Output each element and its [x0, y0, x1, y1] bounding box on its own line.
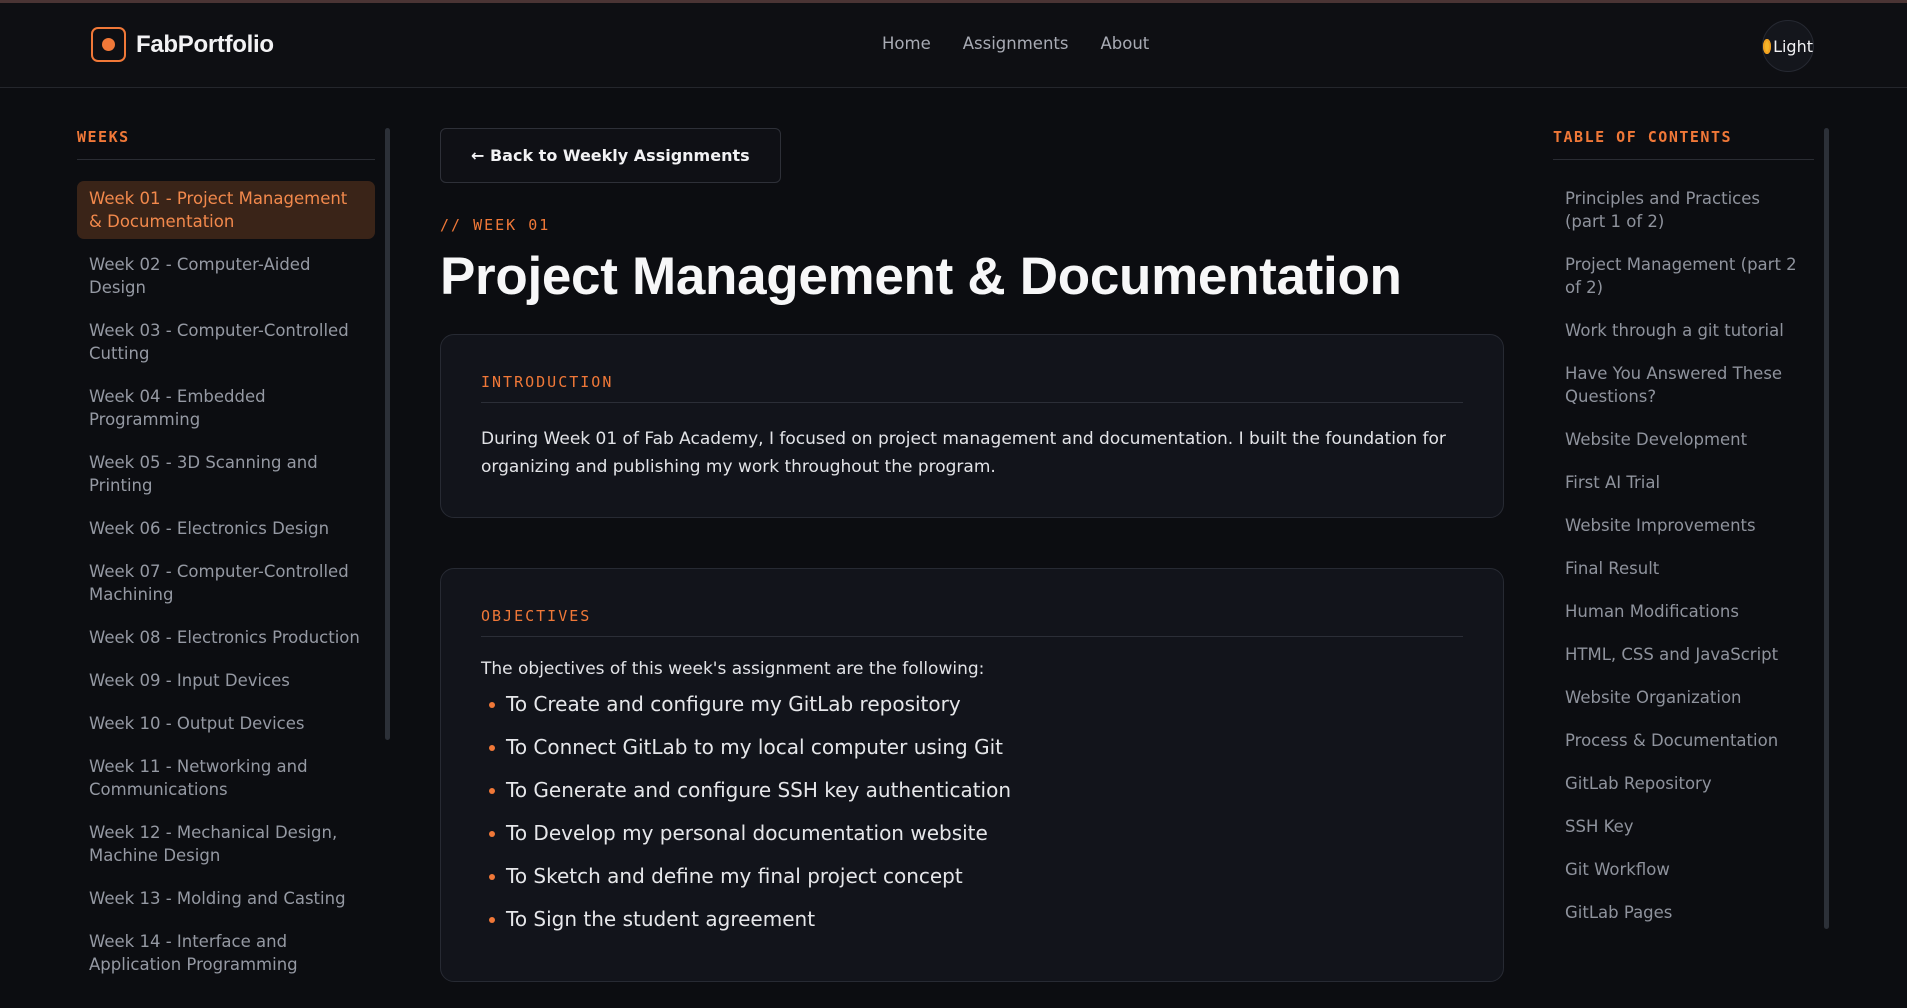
week-tag: // WEEK 01 [440, 216, 551, 234]
toc-item[interactable]: Principles and Practices (part 1 of 2) [1553, 181, 1814, 239]
main-nav: Home Assignments About [882, 34, 1149, 53]
sun-icon [1763, 38, 1772, 54]
toc-item[interactable]: Git Workflow [1553, 852, 1814, 887]
sidebar-item-week-05[interactable]: Week 05 - 3D Scanning and Printing [77, 445, 375, 503]
back-to-assignments-button[interactable]: ← Back to Weekly Assignments [440, 128, 781, 183]
toc-item[interactable]: Final Result [1553, 551, 1814, 586]
objectives-heading: OBJECTIVES [481, 607, 1463, 637]
list-item: To Connect GitLab to my local computer u… [481, 726, 1463, 769]
sidebar-item-week-11[interactable]: Week 11 - Networking and Communications [77, 749, 375, 807]
toc-heading: TABLE OF CONTENTS [1553, 128, 1814, 160]
toc-scrollbar[interactable] [1824, 128, 1829, 929]
toc-item[interactable]: Website Organization [1553, 680, 1814, 715]
nav-assignments[interactable]: Assignments [963, 34, 1069, 53]
sidebar-item-week-03[interactable]: Week 03 - Computer-Controlled Cutting [77, 313, 375, 371]
objectives-lead: The objectives of this week's assignment… [481, 659, 985, 679]
list-item: To Sketch and define my final project co… [481, 855, 1463, 898]
brand-logo[interactable]: FabPortfolio [91, 27, 274, 62]
toc-item[interactable]: Work through a git tutorial [1553, 313, 1814, 348]
sidebar-item-week-06[interactable]: Week 06 - Electronics Design [77, 511, 375, 546]
theme-toggle-button[interactable]: Light [1762, 20, 1814, 72]
main-content: ← Back to Weekly Assignments // WEEK 01 … [440, 128, 1504, 982]
list-item: To Sign the student agreement [481, 898, 1463, 941]
toc-item[interactable]: Project Management (part 2 of 2) [1553, 247, 1814, 305]
nav-home[interactable]: Home [882, 34, 931, 53]
introduction-card: INTRODUCTION During Week 01 of Fab Acade… [440, 334, 1504, 518]
weeks-sidebar: WEEKS Week 01 - Project Management & Doc… [77, 128, 375, 1008]
introduction-text: During Week 01 of Fab Academy, I focused… [481, 429, 1446, 477]
toc-item[interactable]: Process & Documentation [1553, 723, 1814, 758]
toc-list: Principles and Practices (part 1 of 2) P… [1553, 181, 1814, 930]
toc-item[interactable]: Human Modifications [1553, 594, 1814, 629]
sidebar-item-week-10[interactable]: Week 10 - Output Devices [77, 706, 375, 741]
sidebar-item-week-13[interactable]: Week 13 - Molding and Casting [77, 881, 375, 916]
list-item: To Develop my personal documentation web… [481, 812, 1463, 855]
logo-icon [91, 27, 126, 62]
weeks-heading: WEEKS [77, 128, 375, 160]
table-of-contents: TABLE OF CONTENTS Principles and Practic… [1553, 128, 1814, 938]
site-header: FabPortfolio Home Assignments About Ligh… [0, 3, 1907, 88]
sidebar-item-week-02[interactable]: Week 02 - Computer-Aided Design [77, 247, 375, 305]
toc-item[interactable]: SSH Key [1553, 809, 1814, 844]
list-item: To Generate and configure SSH key authen… [481, 769, 1463, 812]
toc-item[interactable]: HTML, CSS and JavaScript [1553, 637, 1814, 672]
nav-about[interactable]: About [1100, 34, 1149, 53]
brand-name: FabPortfolio [136, 30, 274, 58]
toc-item[interactable]: Have You Answered These Questions? [1553, 356, 1814, 414]
toc-item[interactable]: GitLab Repository [1553, 766, 1814, 801]
introduction-heading: INTRODUCTION [481, 373, 1463, 403]
objectives-card: OBJECTIVES The objectives of this week's… [440, 568, 1504, 982]
sidebar-item-week-08[interactable]: Week 08 - Electronics Production [77, 620, 375, 655]
toc-item[interactable]: Website Development [1553, 422, 1814, 457]
toc-item[interactable]: Website Improvements [1553, 508, 1814, 543]
sidebar-item-week-04[interactable]: Week 04 - Embedded Programming [77, 379, 375, 437]
sidebar-item-week-12[interactable]: Week 12 - Mechanical Design, Machine Des… [77, 815, 375, 873]
sidebar-item-week-09[interactable]: Week 09 - Input Devices [77, 663, 375, 698]
toc-item[interactable]: First AI Trial [1553, 465, 1814, 500]
sidebar-item-week-14[interactable]: Week 14 - Interface and Application Prog… [77, 924, 375, 982]
sidebar-item-week-07[interactable]: Week 07 - Computer-Controlled Machining [77, 554, 375, 612]
page-title: Project Management & Documentation [440, 247, 1402, 306]
sidebar-item-week-01[interactable]: Week 01 - Project Management & Documenta… [77, 181, 375, 239]
toc-item[interactable]: GitLab Pages [1553, 895, 1814, 930]
sidebar-scrollbar[interactable] [385, 128, 390, 740]
weeks-list: Week 01 - Project Management & Documenta… [77, 181, 375, 1008]
list-item: To Create and configure my GitLab reposi… [481, 683, 1463, 726]
theme-toggle-label: Light [1773, 36, 1813, 56]
objectives-list: To Create and configure my GitLab reposi… [481, 683, 1463, 941]
